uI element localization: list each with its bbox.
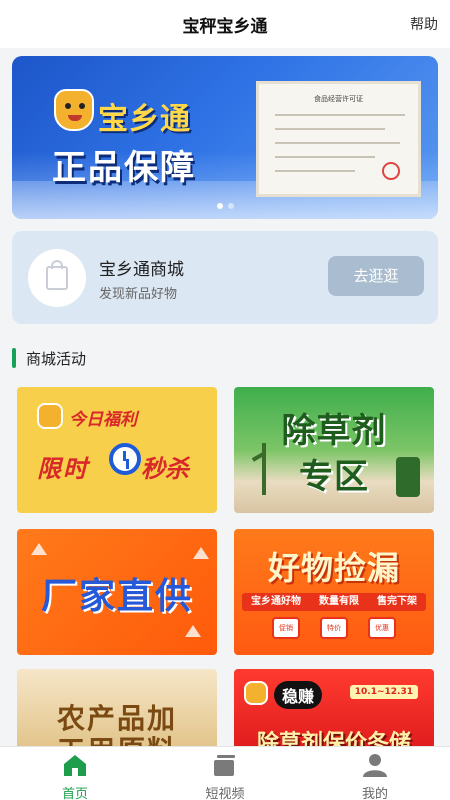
top-bar: 宝秤宝乡通 帮助 bbox=[0, 0, 450, 48]
mall-name: 宝乡通商城 bbox=[99, 260, 184, 280]
activity-tile-factory-direct[interactable]: 厂家直供 bbox=[17, 529, 217, 655]
banner-brand: 宝乡通 bbox=[98, 102, 191, 137]
tab-label: 我的 bbox=[361, 787, 388, 800]
promo-banner[interactable]: 宝乡通 正品保障 食品经营许可证 bbox=[12, 56, 438, 219]
tab-label: 短视频 bbox=[205, 787, 245, 800]
certificate-line bbox=[275, 128, 385, 130]
tile-title: 厂家直供 bbox=[40, 576, 193, 617]
section-accent-bar bbox=[12, 348, 16, 368]
tile-tag: 售完下架 bbox=[377, 596, 417, 607]
bottom-tab-bar: 首页 短视频 我的 bbox=[0, 746, 450, 800]
certificate-line bbox=[275, 142, 400, 144]
certificate-title: 食品经营许可证 bbox=[314, 95, 363, 103]
tile-title: 好物捡漏 bbox=[267, 549, 400, 587]
carousel-dot-active[interactable] bbox=[216, 203, 223, 209]
carousel-dot[interactable] bbox=[227, 203, 234, 209]
activity-tile-bargains[interactable]: 好物捡漏 宝乡通好物 数量有限 售完下架 促销 特价 优惠 bbox=[234, 529, 434, 655]
activity-tile-flash-sale[interactable]: 今日福利 限时 秒杀 bbox=[17, 387, 217, 513]
home-icon bbox=[64, 755, 86, 776]
mascot-icon bbox=[244, 681, 268, 705]
decor-triangle bbox=[31, 543, 47, 555]
tile-tag-strip: 宝乡通好物 数量有限 售完下架 bbox=[242, 593, 426, 611]
banner-slogan: 正品保障 bbox=[52, 148, 196, 188]
tab-label: 首页 bbox=[61, 787, 88, 800]
tab-home[interactable]: 首页 bbox=[0, 747, 150, 800]
user-icon bbox=[363, 754, 387, 777]
carousel-dots bbox=[12, 203, 438, 209]
mall-entry-card[interactable]: 宝乡通商城 发现新品好物 去逛逛 bbox=[12, 231, 438, 324]
help-link[interactable]: 帮助 bbox=[410, 14, 438, 34]
tile-chip: 优惠 bbox=[368, 617, 396, 639]
certificate-line bbox=[275, 170, 355, 172]
activity-tile-raw-materials[interactable]: 农产品加 工用原料 bbox=[17, 669, 217, 749]
certificate-image: 食品经营许可证 bbox=[256, 81, 421, 197]
tab-mine[interactable]: 我的 bbox=[300, 747, 450, 800]
tile-subtitle-right: 秒杀 bbox=[141, 455, 189, 483]
video-icon bbox=[214, 755, 235, 776]
seal-icon bbox=[382, 162, 400, 180]
mascot-icon bbox=[54, 89, 94, 131]
shopping-bag-body bbox=[46, 266, 68, 290]
certificate-line bbox=[275, 114, 405, 116]
section-title: 商城活动 bbox=[26, 350, 87, 368]
tile-badge: 稳赚 bbox=[274, 681, 323, 709]
mascot-icon bbox=[37, 403, 63, 429]
tile-subtitle: 专区 bbox=[299, 457, 369, 497]
activity-tile-herbicide[interactable]: 除草剂 专区 bbox=[234, 387, 434, 513]
tile-chip: 促销 bbox=[272, 617, 300, 639]
tile-title: 今日福利 bbox=[69, 410, 137, 430]
tile-date: 10.1~12.31 bbox=[349, 685, 418, 699]
tile-subtitle-left: 限时 bbox=[37, 455, 89, 483]
mall-subtitle: 发现新品好物 bbox=[99, 287, 178, 302]
tab-short-video[interactable]: 短视频 bbox=[150, 747, 300, 800]
certificate-line bbox=[275, 156, 375, 158]
tile-chip: 特价 bbox=[320, 617, 348, 639]
page-title: 宝秤宝乡通 bbox=[182, 17, 268, 37]
tile-tag: 宝乡通好物 bbox=[251, 596, 301, 607]
tile-title: 除草剂 bbox=[281, 411, 387, 451]
alarm-clock-icon bbox=[109, 443, 141, 475]
shopping-bag-icon bbox=[28, 249, 86, 307]
decor-triangle bbox=[185, 625, 201, 637]
tile-tag: 数量有限 bbox=[319, 596, 359, 607]
decor-triangle bbox=[193, 547, 209, 559]
browse-button[interactable]: 去逛逛 bbox=[328, 256, 424, 296]
activity-tile-winter-storage[interactable]: 稳赚 10.1~12.31 除草剂保价冬储 bbox=[234, 669, 434, 749]
